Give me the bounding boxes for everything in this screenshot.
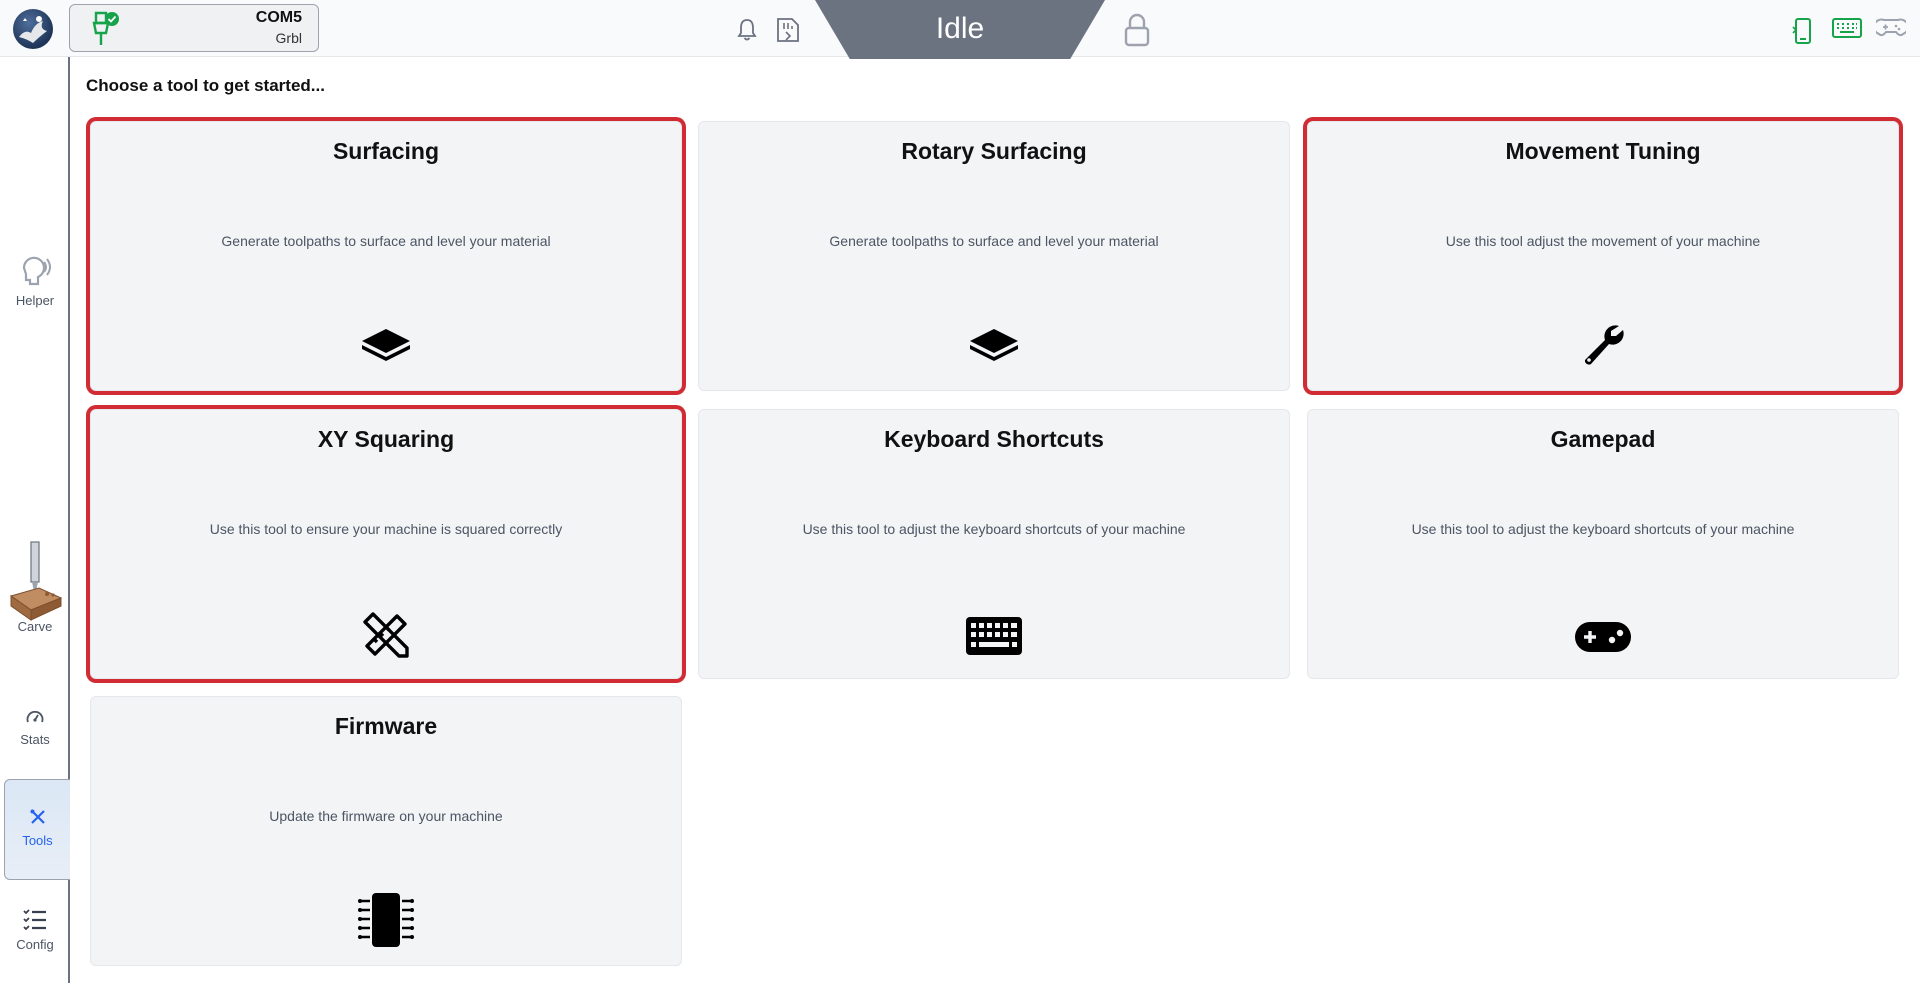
- gamepad-icon: [1575, 622, 1631, 652]
- tool-card-description: Generate toolpaths to surface and level …: [221, 233, 551, 249]
- keyboard-icon: [966, 617, 1022, 655]
- sidebar-item-label: Tools: [22, 833, 53, 848]
- layer-icon: [970, 329, 1018, 361]
- bell-icon[interactable]: [736, 17, 758, 41]
- sidebar-item-stats[interactable]: Stats: [0, 709, 70, 747]
- chip-icon: [358, 893, 414, 947]
- usb-plug-icon: [92, 11, 119, 45]
- gauge-icon: [26, 710, 44, 723]
- connection-button[interactable]: COM5 Grbl: [69, 4, 319, 52]
- tool-card-description: Generate toolpaths to surface and level …: [829, 233, 1159, 249]
- lock-icon[interactable]: [1124, 13, 1150, 47]
- tool-card-title: Gamepad: [1550, 426, 1656, 452]
- sidebar-item-config[interactable]: Config: [0, 908, 70, 952]
- tool-card-description: Use this tool to ensure your machine is …: [209, 521, 563, 537]
- machine-state-indicator: Idle: [815, 0, 1105, 59]
- sd-card-icon[interactable]: [776, 17, 800, 43]
- tool-card-description: Use this tool adjust the movement of you…: [1445, 233, 1761, 249]
- pencil-ruler-icon: [363, 612, 409, 658]
- tool-card-title: Rotary Surfacing: [901, 138, 1087, 164]
- carve-icon: [9, 541, 63, 621]
- tool-card-rotary-surfacing[interactable]: Rotary Surfacing Generate toolpaths to s…: [698, 121, 1290, 391]
- tool-card-description: Use this tool to adjust the keyboard sho…: [802, 521, 1186, 537]
- list-icon: [23, 909, 46, 931]
- tool-card-keyboard-shortcuts[interactable]: Keyboard Shortcuts Use this tool to adju…: [698, 409, 1290, 679]
- app-logo: [13, 9, 53, 49]
- top-bar: COM5 Grbl Idle: [0, 0, 1920, 59]
- gamepad-icon[interactable]: [1876, 17, 1906, 39]
- mobile-icon[interactable]: [1792, 17, 1814, 45]
- tool-card-title: XY Squaring: [317, 426, 455, 452]
- wrench-icon: [1584, 325, 1624, 365]
- tool-card-surfacing[interactable]: Surfacing Generate toolpaths to surface …: [90, 121, 682, 391]
- tool-card-description: Update the firmware on your machine: [269, 808, 503, 824]
- tools-icon: [30, 809, 45, 824]
- tool-card-title: Surfacing: [332, 138, 440, 164]
- tool-card-gamepad[interactable]: Gamepad Use this tool to adjust the keyb…: [1307, 409, 1899, 679]
- tool-card-title: Firmware: [334, 713, 438, 739]
- tool-card-firmware[interactable]: Firmware Update the firmware on your mac…: [90, 696, 682, 966]
- layer-icon: [362, 329, 410, 361]
- keyboard-icon[interactable]: [1832, 17, 1862, 39]
- sidebar: Helper Carve Stats Tools Config: [0, 57, 70, 983]
- tool-card-xy-squaring[interactable]: XY Squaring Use this tool to ensure your…: [90, 409, 682, 679]
- sidebar-item-label: Config: [16, 937, 54, 952]
- tool-card-title: Keyboard Shortcuts: [884, 426, 1104, 452]
- tool-card-movement-tuning[interactable]: Movement Tuning Use this tool adjust the…: [1307, 121, 1899, 391]
- sidebar-item-tools[interactable]: Tools: [4, 779, 70, 880]
- connection-firmware: Grbl: [275, 30, 302, 46]
- page-prompt: Choose a tool to get started...: [86, 76, 325, 95]
- sidebar-item-label: Helper: [15, 293, 55, 308]
- tool-card-title: Movement Tuning: [1505, 138, 1701, 164]
- helper-icon: [22, 256, 51, 286]
- sidebar-item-label: Stats: [20, 732, 50, 747]
- tool-card-description: Use this tool to adjust the keyboard sho…: [1411, 521, 1795, 537]
- sidebar-item-carve[interactable]: Carve: [0, 540, 70, 634]
- sidebar-item-helper[interactable]: Helper: [0, 254, 70, 308]
- connection-port: COM5: [255, 9, 302, 26]
